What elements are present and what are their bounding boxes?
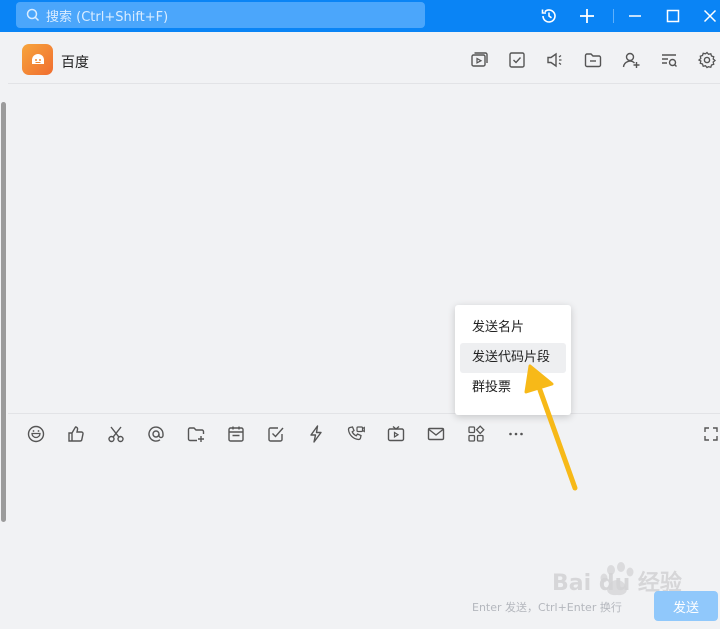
expand-icon[interactable]	[700, 423, 720, 445]
phone-video-icon[interactable]	[345, 423, 367, 445]
todo-check-icon[interactable]	[506, 49, 528, 71]
title-bar: 搜索 (Ctrl+Shift+F)	[0, 0, 720, 32]
calendar-icon[interactable]	[225, 423, 247, 445]
close-icon[interactable]	[700, 6, 720, 26]
search-box[interactable]: 搜索 (Ctrl+Shift+F)	[16, 2, 425, 28]
mail-icon[interactable]	[425, 423, 447, 445]
titlebar-divider	[613, 9, 614, 23]
scissors-icon[interactable]	[105, 423, 127, 445]
folder-plus-icon[interactable]	[185, 423, 207, 445]
menu-item-group-vote[interactable]: 群投票	[460, 373, 566, 403]
scrollbar-thumb[interactable]	[1, 102, 6, 522]
announcement-icon[interactable]	[544, 49, 566, 71]
minimize-icon[interactable]	[625, 6, 645, 26]
thumbs-up-icon[interactable]	[65, 423, 87, 445]
search-record-icon[interactable]	[658, 49, 680, 71]
search-icon	[26, 8, 40, 22]
emoji-icon[interactable]	[25, 423, 47, 445]
lightning-icon[interactable]	[305, 423, 327, 445]
at-icon[interactable]	[145, 423, 167, 445]
add-member-icon[interactable]	[620, 49, 642, 71]
tv-live-icon[interactable]	[385, 423, 407, 445]
settings-icon[interactable]	[696, 49, 718, 71]
composer-toolbar	[8, 413, 720, 455]
menu-item-send-card[interactable]: 发送名片	[460, 313, 566, 343]
more-icon[interactable]	[505, 423, 527, 445]
search-placeholder: 搜索 (Ctrl+Shift+F)	[46, 9, 169, 25]
more-actions-menu: 发送名片 发送代码片段 群投票	[455, 305, 571, 415]
send-hint: Enter 发送，Ctrl+Enter 换行	[472, 601, 622, 614]
menu-item-send-code-snippet[interactable]: 发送代码片段	[460, 343, 566, 373]
video-album-icon[interactable]	[468, 49, 490, 71]
message-area	[8, 85, 720, 413]
send-button[interactable]: 发送	[654, 591, 718, 621]
apps-icon[interactable]	[465, 423, 487, 445]
folder-icon[interactable]	[582, 49, 604, 71]
chat-title: 百度	[61, 55, 89, 71]
plus-icon[interactable]	[577, 6, 597, 26]
history-icon[interactable]	[539, 6, 559, 26]
left-panel-edge	[0, 32, 8, 629]
task-check-icon[interactable]	[265, 423, 287, 445]
avatar[interactable]	[22, 44, 53, 75]
chat-header: 百度	[8, 36, 720, 84]
maximize-icon[interactable]	[663, 6, 683, 26]
